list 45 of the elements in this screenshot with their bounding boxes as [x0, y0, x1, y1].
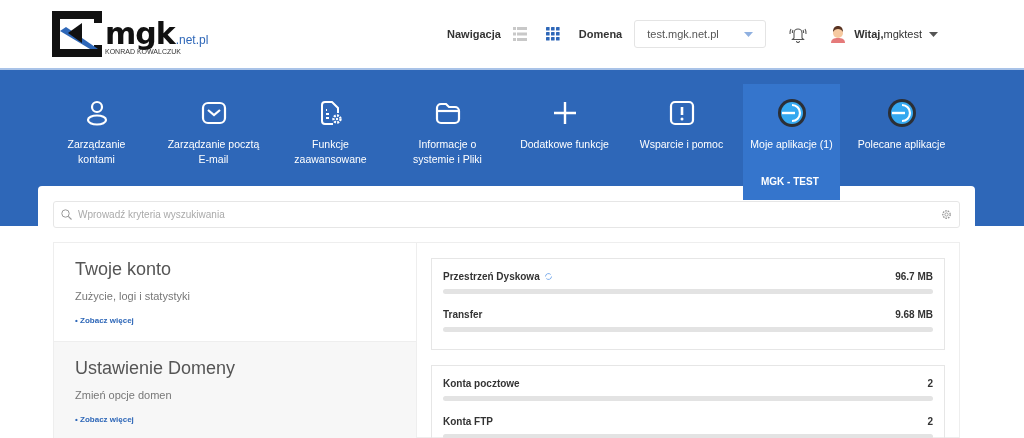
settings-icon[interactable]: [941, 209, 952, 220]
logo-name: mgk: [105, 20, 175, 48]
stat-label: Konta pocztowe: [443, 378, 520, 389]
domain-label: Domena: [578, 28, 623, 40]
section-title: Twoje konto: [75, 259, 173, 280]
section-subtitle: Zmień opcje domen: [75, 389, 173, 401]
domain-select[interactable]: test.mgk.net.pl: [634, 20, 767, 48]
nav-tab[interactable]: Wsparcie i pomoc: [623, 84, 740, 158]
section-title: Ustawienie Domeny: [75, 358, 237, 379]
app-icon: [776, 98, 807, 128]
stat-value: 2: [927, 416, 933, 427]
stat-value: 9.68 MB: [895, 309, 933, 320]
stat-label: Transfer: [443, 309, 483, 320]
see-more-link[interactable]: • Zobacz więcej: [75, 316, 134, 325]
mail-icon: [200, 101, 227, 125]
grid-view-icon[interactable]: [545, 27, 560, 41]
nav-tab[interactable]: Zarządzanie pocztą E-mail: [155, 84, 272, 173]
alert-icon: [668, 100, 695, 126]
nav-tab[interactable]: Dodatkowe funkcje: [506, 84, 623, 158]
logo-emblem: [52, 11, 102, 57]
nav-tab[interactable]: Moje aplikacje (1) MGK - TEST: [743, 84, 840, 200]
nav-tab[interactable]: Polecane aplikacje: [843, 84, 960, 158]
stat-value: 2: [927, 378, 933, 389]
nav-tab[interactable]: Funkcje zaawansowane: [272, 84, 389, 173]
stat-value: 96.7 MB: [895, 271, 933, 282]
stat-label: Przestrzeń Dyskowa: [443, 271, 540, 282]
search-icon: [61, 209, 72, 220]
nav-tab[interactable]: Informacje o systemie i Pliki: [389, 84, 506, 173]
section-subtitle: Zużycie, logi i statystyki: [75, 290, 191, 302]
stat-label: Konta FTP: [443, 416, 493, 427]
bell-icon[interactable]: [788, 25, 809, 43]
plus-icon: [552, 101, 577, 125]
user-menu[interactable]: Witaj,mgktest: [854, 28, 938, 40]
caret-icon: [929, 31, 938, 37]
caret-icon: [744, 31, 754, 37]
folder-icon: [434, 101, 461, 125]
navigation-label: Nawigacja: [447, 28, 501, 40]
app-icon: [886, 98, 917, 128]
nav-tab[interactable]: Zarządzanie kontami: [38, 84, 155, 173]
search-field[interactable]: Wprowadź kryteria wyszukiwania: [53, 201, 960, 228]
logo-domain: .net.pl: [175, 33, 209, 47]
see-more-link[interactable]: • Zobacz więcej: [75, 415, 134, 424]
submenu-item[interactable]: MGK - TEST: [761, 176, 819, 187]
user-icon: [85, 100, 108, 126]
avatar-icon[interactable]: [830, 25, 847, 43]
